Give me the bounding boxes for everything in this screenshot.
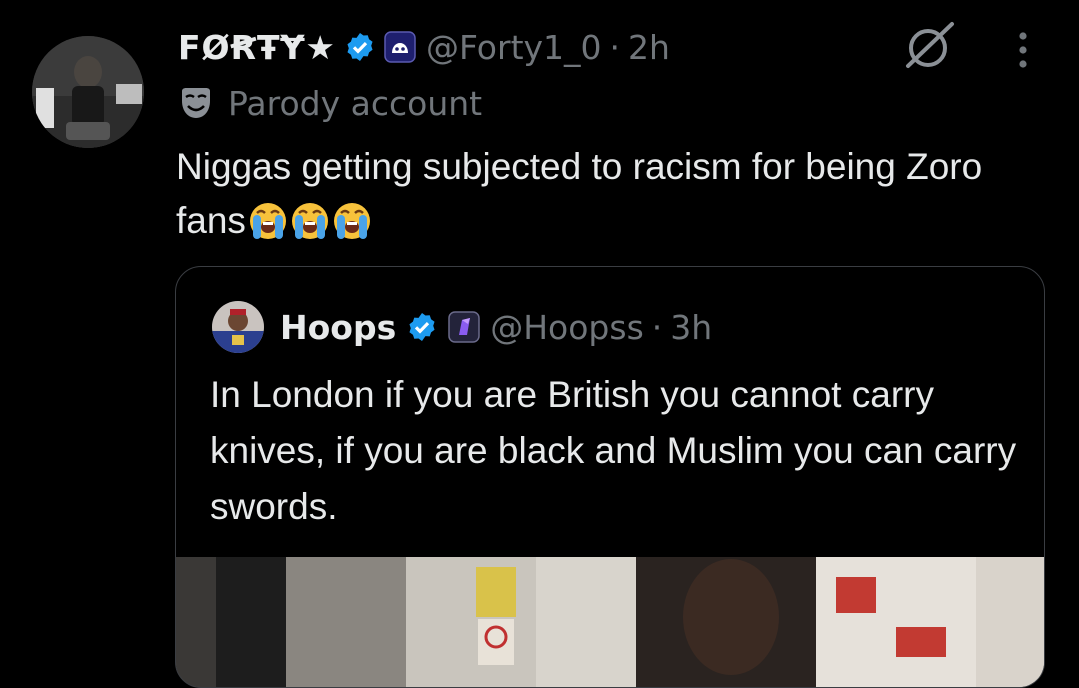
quoted-avatar-image <box>212 301 264 353</box>
avatar-image <box>32 36 144 148</box>
quoted-avatar[interactable] <box>212 301 264 353</box>
timestamp[interactable]: 2h <box>628 28 670 67</box>
emoji-group <box>246 200 372 241</box>
more-options-icon[interactable] <box>1008 28 1038 72</box>
quoted-tweet-text: In London if you are British you cannot … <box>210 374 1017 527</box>
parody-account-label: Parody account <box>178 80 482 126</box>
separator-dot: · <box>609 27 621 67</box>
theater-mask-icon <box>182 88 210 118</box>
loudly-crying-face-icon <box>291 203 328 239</box>
quoted-handle[interactable]: @Hoopss <box>490 308 644 347</box>
quoted-separator-dot: · <box>651 307 663 347</box>
verified-badge-icon[interactable] <box>344 31 376 63</box>
quoted-video-thumbnail <box>176 557 1044 687</box>
parody-label-text: Parody account <box>228 83 483 123</box>
quoted-tweet[interactable]: Hoops @Hoopss · 3h In London if you are … <box>175 266 1045 688</box>
quoted-media[interactable] <box>176 557 1044 687</box>
handle[interactable]: @Forty1_0 <box>426 28 602 67</box>
quoted-tweet-header: Hoops @Hoopss · 3h <box>212 297 712 357</box>
grok-icon[interactable] <box>902 18 958 74</box>
loudly-crying-face-icon <box>333 203 370 239</box>
quoted-verified-badge-icon[interactable] <box>406 311 438 343</box>
affiliate-badge-icon[interactable] <box>384 31 416 63</box>
avatar[interactable] <box>32 36 144 148</box>
quoted-display-name[interactable]: Hoops <box>280 308 396 347</box>
tweet-text: Niggas getting subjected to racism for b… <box>176 140 1056 248</box>
quoted-timestamp[interactable]: 3h <box>670 308 712 347</box>
loudly-crying-face-icon <box>249 203 286 239</box>
quoted-affiliate-badge-icon[interactable] <box>448 311 480 343</box>
display-name[interactable]: FØꞦŦɎ★ <box>178 28 336 67</box>
